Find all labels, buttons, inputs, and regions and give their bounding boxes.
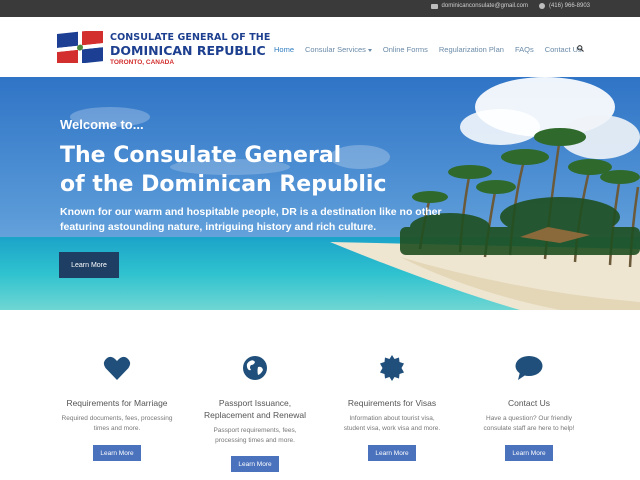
hero-welcome: Welcome to...: [60, 117, 144, 132]
globe-icon: [243, 356, 267, 380]
learn-more-button[interactable]: Learn More: [231, 456, 279, 472]
brand-logo-text[interactable]: CONSULATE GENERAL OF THE DOMINICAN REPUB…: [110, 32, 270, 66]
nav-item-faqs[interactable]: FAQs: [515, 45, 534, 54]
nav-item-home[interactable]: Home: [274, 45, 294, 54]
hero-subtitle-line-1: Known for our warm and hospitable people…: [60, 206, 442, 218]
feature-description: Passport requirements, fees, processing …: [185, 426, 325, 446]
hero-learn-more-button[interactable]: Learn More: [59, 252, 119, 278]
topbar-email-text[interactable]: dominicanconsulate@gmail.com: [442, 3, 528, 9]
feature-description: Information about tourist visa, student …: [322, 414, 462, 434]
feature-desc-line-1: Required documents, fees, processing: [61, 415, 173, 422]
hero-subtitle: Known for our warm and hospitable people…: [60, 205, 460, 235]
hero-headline: The Consulate General of the Dominican R…: [60, 141, 387, 199]
hero-headline-line-2: of the Dominican Republic: [60, 172, 387, 197]
chevron-down-icon: [367, 48, 372, 52]
feature-description: Required documents, fees, processing tim…: [47, 414, 187, 434]
envelope-icon: [430, 3, 438, 9]
phone-icon: [538, 3, 545, 9]
feature-desc-line-1: Have a question? Our friendly: [486, 415, 572, 422]
learn-more-button[interactable]: Learn More: [368, 445, 416, 461]
topbar-phone-text[interactable]: (416) 966-8903: [549, 3, 590, 9]
hero-headline-line-1: The Consulate General: [60, 143, 342, 168]
nav-item-regularization-plan[interactable]: Regularization Plan: [439, 45, 504, 54]
top-bar: dominicanconsulate@gmail.com (416) 966-8…: [0, 0, 640, 17]
feature-desc-line-2: processing times and more.: [215, 437, 295, 444]
feature-desc-line-2: times and more.: [93, 425, 141, 432]
feature-title-line-2: Replacement and Renewal: [203, 410, 307, 420]
heart-icon: [103, 356, 131, 380]
feature-description: Have a question? Our friendly consulate …: [459, 414, 599, 434]
brand-line-2: DOMINICAN REPUBLIC: [110, 43, 266, 58]
features-section: Requirements for Marriage Required docum…: [0, 310, 640, 480]
feature-desc-line-2: consulate staff are here to help!: [483, 425, 575, 432]
hero-banner: Welcome to... The Consulate General of t…: [0, 77, 640, 310]
feature-title: Contact Us: [459, 397, 599, 409]
brand-line-1: CONSULATE GENERAL OF THE: [110, 32, 271, 43]
nav-item-online-forms[interactable]: Online Forms: [383, 45, 428, 54]
feature-desc-line-1: Information about tourist visa,: [349, 415, 435, 422]
topbar-phone[interactable]: (416) 966-8903: [538, 3, 590, 9]
certificate-icon: [380, 355, 404, 381]
nav-item-consular-services[interactable]: Consular Services: [305, 45, 372, 54]
feature-title-line-1: Requirements for Marriage: [66, 398, 168, 408]
chat-bubble-icon: [515, 356, 543, 380]
brand-line-3: TORONTO, CANADA: [110, 59, 175, 66]
learn-more-button[interactable]: Learn More: [93, 445, 141, 461]
feature-title-line-1: Contact Us: [507, 398, 551, 408]
feature-title: Passport Issuance, Replacement and Renew…: [185, 397, 325, 421]
nav-item-label: Consular Services: [305, 45, 366, 54]
search-icon[interactable]: [577, 45, 584, 52]
feature-title-line-1: Requirements for Visas: [347, 398, 437, 408]
feature-title-line-1: Passport Issuance,: [218, 398, 292, 408]
feature-title: Requirements for Marriage: [47, 397, 187, 409]
feature-title: Requirements for Visas: [322, 397, 462, 409]
main-nav: Home Consular Services Online Forms Regu…: [274, 45, 593, 54]
hero-subtitle-line-2: featuring astounding nature, intriguing …: [60, 221, 377, 233]
learn-more-button[interactable]: Learn More: [505, 445, 553, 461]
feature-desc-line-2: student visa, work visa and more.: [343, 425, 441, 432]
site-header: CONSULATE GENERAL OF THE DOMINICAN REPUB…: [0, 17, 640, 77]
topbar-email[interactable]: dominicanconsulate@gmail.com: [430, 3, 528, 9]
dominican-flag-icon[interactable]: [57, 31, 103, 63]
feature-desc-line-1: Passport requirements, fees,: [213, 427, 297, 434]
